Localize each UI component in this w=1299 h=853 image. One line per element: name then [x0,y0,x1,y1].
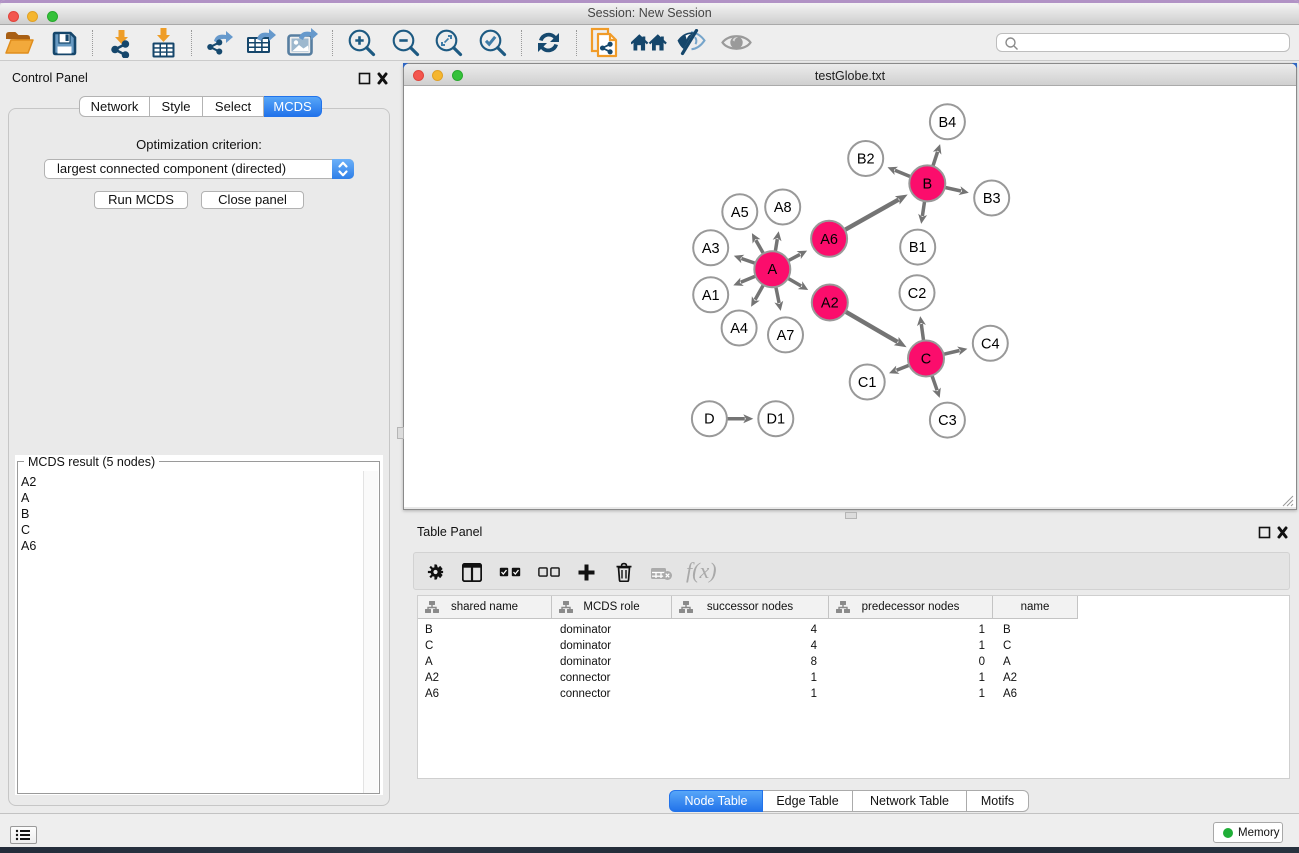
svg-text:A6: A6 [820,232,838,248]
svg-text:A3: A3 [702,241,720,257]
svg-text:A: A [767,262,777,278]
svg-text:D: D [704,412,714,428]
svg-text:C1: C1 [858,375,877,391]
svg-text:C4: C4 [981,336,1000,352]
svg-text:B1: B1 [909,240,927,256]
svg-text:A2: A2 [821,296,839,312]
svg-text:A4: A4 [730,321,748,337]
svg-text:B4: B4 [939,115,957,131]
svg-text:C2: C2 [908,286,927,302]
svg-text:A5: A5 [731,205,749,221]
svg-text:B2: B2 [857,152,875,168]
svg-text:B3: B3 [983,191,1001,207]
svg-text:A7: A7 [777,328,795,344]
svg-text:C: C [921,352,931,368]
svg-text:A1: A1 [702,288,720,304]
svg-text:B: B [922,176,932,192]
svg-text:A8: A8 [774,200,792,216]
svg-text:D1: D1 [767,412,786,428]
svg-text:C3: C3 [938,413,957,429]
